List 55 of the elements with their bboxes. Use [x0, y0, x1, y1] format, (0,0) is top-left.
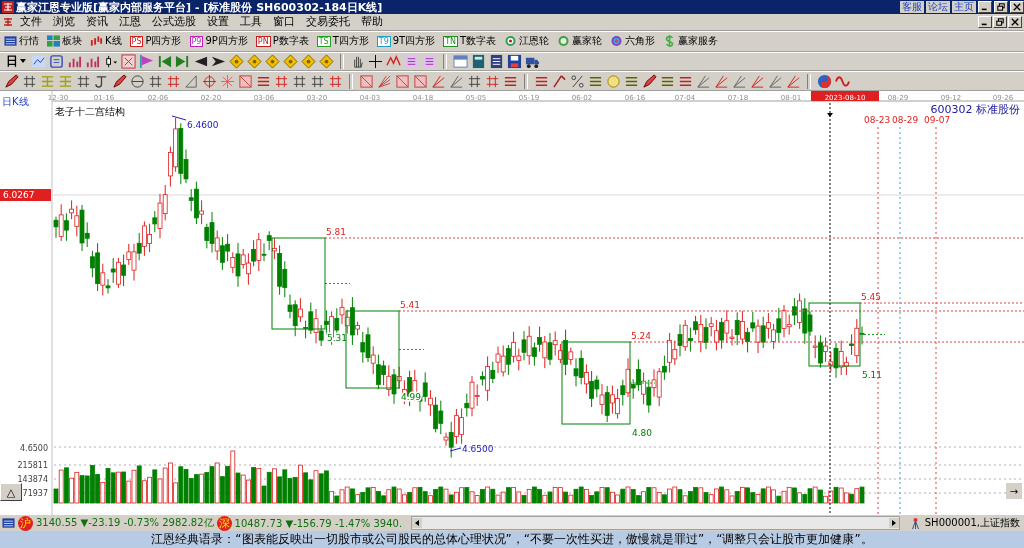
title-link[interactable]: 论坛	[926, 1, 950, 13]
menu-item[interactable]: 交易委托	[301, 14, 355, 30]
projected-date-label: 08-29	[892, 115, 919, 126]
period-label: 日K线	[2, 96, 29, 108]
volume-axis-label: 143874	[17, 475, 48, 485]
axis-label: 4.6500	[20, 444, 48, 454]
toolbar-button[interactable]: TN T数字表	[443, 34, 497, 49]
menu-item[interactable]: 工具	[235, 14, 267, 30]
toolbar-button[interactable]: 赢家服务	[663, 34, 719, 49]
current-price: 6.0267	[0, 189, 51, 202]
menu-item[interactable]: 文件	[15, 14, 47, 30]
toolbar-button[interactable]: 赢家轮	[557, 34, 603, 49]
index-quote: 3140.55 ▼-23.19 -0.73% 2982.82亿	[36, 516, 214, 531]
window-title: 赢家江恩专业版[赢家内部服务平台] - [标准股份 SH600302-184日K线]	[16, 0, 383, 15]
menu-item[interactable]: 江恩	[114, 14, 146, 30]
title-link[interactable]: 客服	[900, 1, 924, 13]
chart-title: 老子十二宫结构	[55, 106, 125, 118]
title-link[interactable]: 主页	[952, 1, 976, 13]
price-label: 5.24	[631, 331, 652, 342]
index-name: SH000001,上证指数	[924, 516, 1021, 531]
toolbar-button[interactable]: 六角形	[610, 34, 656, 49]
high-price-label: 6.4600	[187, 120, 219, 131]
toolbar-button[interactable]: 江恩轮	[504, 34, 550, 49]
toolbar-button[interactable]: 行情	[4, 34, 39, 49]
volume-axis-label: 215811	[17, 461, 48, 471]
projected-date-label: 09-07	[924, 115, 951, 126]
scroll-right-button[interactable]: →	[1006, 483, 1022, 500]
menu-item[interactable]: 设置	[202, 14, 234, 30]
price-label: 4.80	[632, 428, 653, 439]
toolbar-button[interactable]: T9 9T四方形	[376, 34, 436, 49]
exchange-badge: 深	[216, 515, 232, 531]
quote-text: 江恩经典语录：“图表能反映出一切股市或公司股民的总体心理状况”，“不要一次性买进，傲慢就是罪过”，“调整只会让股市更加健康”。	[151, 531, 873, 548]
stock-name: 600302 标准股份	[930, 103, 1020, 117]
menu-item[interactable]: 窗口	[268, 14, 300, 30]
toolbar-button[interactable]: PN P数字表	[255, 34, 309, 49]
toolbar-button[interactable]: K线	[90, 34, 122, 49]
menu-item[interactable]: 帮助	[356, 14, 388, 30]
volume-axis-label: 71937	[22, 489, 48, 499]
period-dropdown[interactable]: 日	[4, 53, 28, 70]
price-label: 5.41	[400, 300, 421, 311]
toolbar-button[interactable]: P9 9P四方形	[189, 34, 248, 49]
exchange-badge: 沪	[18, 515, 33, 531]
low-price-label: 4.6500	[462, 444, 494, 455]
menu-item[interactable]: 浏览	[48, 14, 80, 30]
index-quote: 10487.73 ▼-156.79 -1.47% 3940.	[234, 517, 403, 529]
menu-item[interactable]: 公式选股	[147, 14, 201, 30]
toolbar-button[interactable]: TS T四方形	[316, 34, 369, 49]
menu-item[interactable]: 资讯	[81, 14, 113, 30]
projected-date-label: 08-23	[864, 115, 891, 126]
collapse-button[interactable]: △	[0, 483, 22, 502]
price-label: 5.11	[862, 370, 883, 381]
toolbar-button[interactable]: 板块	[47, 34, 82, 49]
toolbar-button[interactable]: PS P四方形	[129, 34, 182, 49]
price-label: 5.45	[861, 292, 882, 303]
price-label: 5.81	[326, 227, 347, 238]
